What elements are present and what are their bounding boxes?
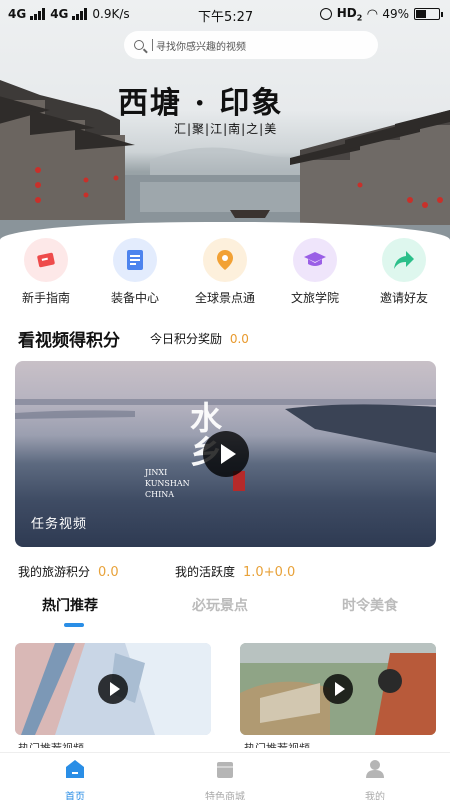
signal-icon [30, 8, 46, 20]
nav-label: 首页 [65, 792, 85, 800]
menu-item-global-spots[interactable]: 全球景点通 [185, 238, 265, 306]
travel-points-value: 0.0 [98, 565, 119, 580]
hero-subtitle: 汇|聚|江|南|之|美 [174, 122, 278, 136]
daily-reward-value: 0.0 [229, 332, 249, 346]
search-input[interactable]: 寻找你感兴趣的视频 [124, 31, 378, 59]
hd-indicator: HD2 [336, 6, 363, 23]
play-button[interactable] [98, 674, 128, 704]
cursor-caret [152, 39, 153, 51]
video-thumbnail-card[interactable] [240, 643, 436, 735]
travel-points-label: 我的旅游积分 [18, 565, 91, 579]
play-button[interactable] [323, 674, 353, 704]
status-right: HD2 ◠ 49% [319, 6, 443, 23]
travel-points: 我的旅游积分 0.0 [18, 563, 119, 580]
wifi-icon: ◠ [367, 6, 378, 22]
nav-profile[interactable]: 我的 [330, 759, 420, 800]
nav-shop[interactable]: 特色商城 [180, 759, 270, 800]
activity: 我的活跃度 1.0+0.0 [175, 563, 295, 580]
battery-icon [414, 8, 443, 21]
network-speed: 0.9K/s [92, 7, 130, 21]
user-icon [366, 760, 384, 778]
category-tabs: 热门推荐 必玩景点 时令美食 [0, 595, 450, 631]
tab-hot[interactable]: 热门推荐 [42, 595, 98, 615]
signal-icon [72, 8, 88, 20]
video-english-title: JINXI KUNSHAN CHINA [145, 468, 190, 499]
menu-item-equipment[interactable]: 装备中心 [95, 238, 175, 306]
points-section-title: 看视频得积分 [18, 331, 120, 351]
status-bar: 4G 4G 0.9K/s 下午5:27 HD2 ◠ 49% [0, 0, 450, 30]
nav-label: 特色商城 [205, 792, 245, 800]
home-icon [66, 760, 84, 778]
shop-icon [217, 762, 233, 778]
tab-must-play[interactable]: 必玩景点 [192, 595, 248, 615]
nav-home[interactable]: 首页 [30, 759, 120, 800]
nav-label: 我的 [365, 792, 385, 800]
battery-percent: 49% [382, 7, 409, 22]
menu-item-guide[interactable]: 新手指南 [6, 238, 86, 306]
video-tag: 任务视频 [31, 517, 88, 532]
video-thumbnail-card[interactable] [15, 643, 211, 735]
search-icon [134, 40, 144, 50]
thumbnail-caption: 热门推荐视频 [18, 740, 84, 748]
menu-label: 装备中心 [110, 291, 159, 305]
activity-label: 我的活跃度 [175, 565, 236, 579]
menu-item-invite[interactable]: 邀请好友 [364, 238, 444, 306]
status-time: 下午5:27 [198, 10, 254, 25]
daily-reward-label: 今日积分奖励 [150, 332, 223, 346]
menu-item-academy[interactable]: 文旅学院 [275, 238, 355, 306]
daily-reward: 今日积分奖励 0.0 [150, 330, 249, 347]
graduation-cap-icon [293, 238, 337, 282]
hero-title: 西塘 · 印象 [118, 86, 284, 121]
network-label-1: 4G [8, 7, 27, 21]
menu-label: 新手指南 [21, 291, 70, 305]
activity-value: 1.0+0.0 [243, 565, 296, 580]
alarm-icon [319, 8, 332, 21]
tab-seasonal-food[interactable]: 时令美食 [342, 595, 398, 615]
play-button[interactable] [203, 431, 249, 477]
menu-label: 邀请好友 [379, 291, 428, 305]
tab-indicator [64, 623, 84, 627]
status-left: 4G 4G 0.9K/s [8, 7, 130, 21]
thumbnail-caption: 热门推荐视频 [244, 740, 310, 748]
quick-menu: 新手指南 装备中心 全球景点通 文旅学院 邀请好友 [0, 238, 450, 308]
menu-label: 全球景点通 [194, 291, 255, 305]
network-label-2: 4G [50, 7, 69, 21]
bottom-navigation: 首页 特色商城 我的 [0, 752, 450, 800]
location-pin-icon [203, 238, 247, 282]
search-placeholder: 寻找你感兴趣的视频 [156, 41, 246, 53]
guide-icon [24, 238, 68, 282]
task-video-card[interactable]: 水乡 JINXI KUNSHAN CHINA 任务视频 [15, 361, 436, 547]
menu-label: 文旅学院 [290, 291, 339, 305]
document-icon [113, 238, 157, 282]
share-arrow-icon [382, 238, 426, 282]
